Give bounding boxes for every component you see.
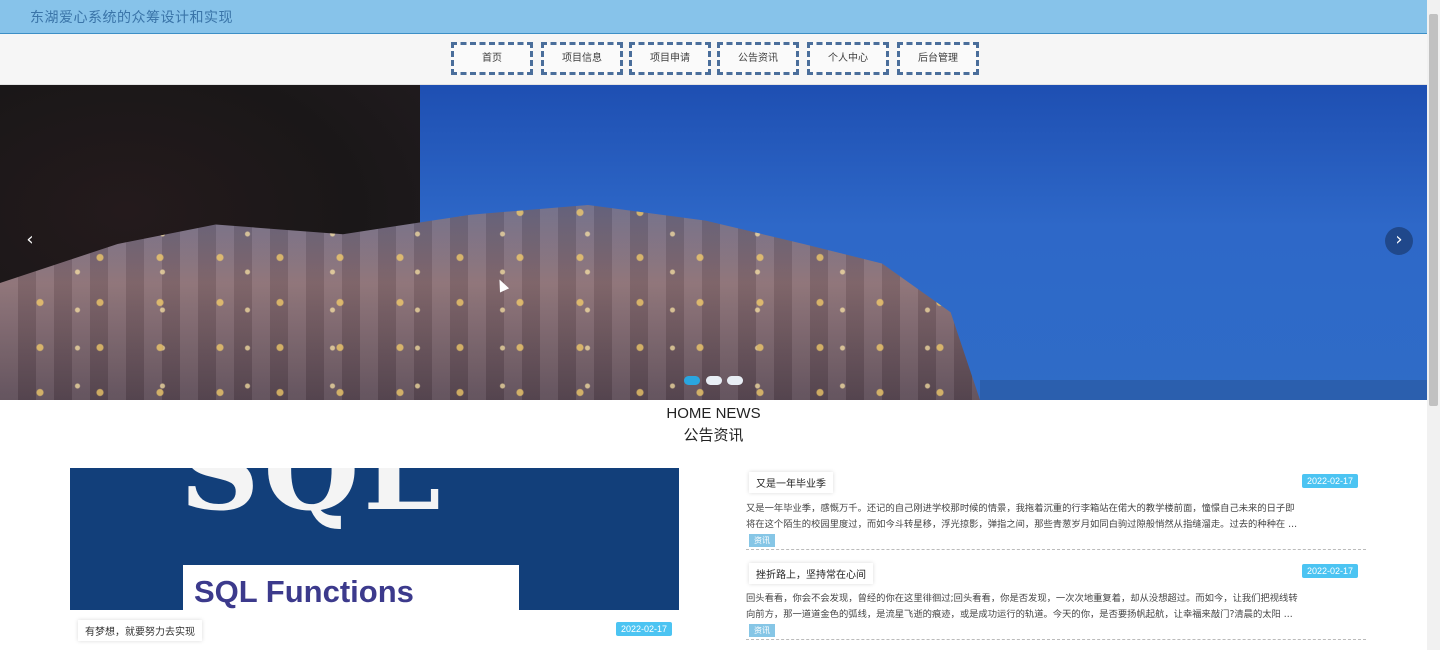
chevron-left-icon[interactable]: ‹ xyxy=(16,227,44,255)
featured-news-date: 2022-02-17 xyxy=(616,622,673,636)
featured-news-title[interactable]: 有梦想，就要努力去实现 xyxy=(78,620,202,641)
scrollbar-thumb[interactable] xyxy=(1429,14,1438,406)
news-item-excerpt-line2: 向前方，那一道道金色的弧线，是流星飞逝的痕迹，或是成功运行的轨道。今天的你，是否… xyxy=(746,609,1293,620)
news-item-date: 2022-02-17 xyxy=(1302,474,1359,488)
featured-image-text: SQL Functions xyxy=(194,574,414,609)
page-scrollbar[interactable] xyxy=(1427,0,1440,650)
section-title-cn: 公告资讯 xyxy=(683,426,744,444)
news-item-title[interactable]: 挫折路上，坚持常在心间 xyxy=(749,563,873,584)
news-item-tag[interactable]: 资讯 xyxy=(749,534,775,547)
news-item-title[interactable]: 又是一年毕业季 xyxy=(749,472,833,493)
banner-carousel[interactable]: ‹ › xyxy=(0,85,1427,400)
news-item-excerpt-line1: 回头看看，你会不会发现，曾经的你在这里徘徊过;回头看看，你是否发现，一次次地重复… xyxy=(746,593,1298,604)
main-nav: 首页 项目信息 项目申请 公告资讯 个人中心 后台管理 xyxy=(0,34,1427,85)
chevron-right-icon[interactable]: › xyxy=(1385,227,1413,255)
site-title: 东湖爱心系统的众筹设计和实现 xyxy=(30,10,233,26)
featured-image-big-text: SQL xyxy=(180,468,445,535)
news-item-excerpt-line2: 将在这个陌生的校园里度过，而如今斗转星移，浮光掠影，弹指之间，那些青葱岁月如同白… xyxy=(746,519,1298,530)
nav-item-admin[interactable]: 后台管理 xyxy=(897,42,979,75)
news-section-heading: HOME NEWS 公告资讯 xyxy=(0,405,1427,445)
section-title-en: HOME NEWS xyxy=(666,405,761,422)
featured-news-image[interactable]: SQL SQL Functions xyxy=(70,468,679,610)
news-item-excerpt-line1: 又是一年毕业季，感慨万千。还记的自己刚进学校那时候的情景，我拖着沉重的行李箱站在… xyxy=(746,503,1295,514)
news-item-date: 2022-02-17 xyxy=(1302,564,1359,578)
nav-item-profile[interactable]: 个人中心 xyxy=(807,42,889,75)
banner-image-sea xyxy=(980,380,1427,400)
news-item-tag[interactable]: 资讯 xyxy=(749,624,775,637)
nav-item-home[interactable]: 首页 xyxy=(451,42,533,75)
nav-item-news[interactable]: 公告资讯 xyxy=(717,42,799,75)
carousel-dot-1[interactable] xyxy=(684,376,700,385)
news-list-item[interactable]: 又是一年毕业季 2022-02-17 又是一年毕业季，感慨万千。还记的自己刚进学… xyxy=(746,470,1366,550)
carousel-dot-2[interactable] xyxy=(706,376,722,385)
carousel-dot-3[interactable] xyxy=(727,376,743,385)
nav-item-apply[interactable]: 项目申请 xyxy=(629,42,711,75)
nav-item-projects[interactable]: 项目信息 xyxy=(541,42,623,75)
site-header: 东湖爱心系统的众筹设计和实现 xyxy=(0,0,1427,34)
news-list-item[interactable]: 挫折路上，坚持常在心间 2022-02-17 回头看看，你会不会发现，曾经的你在… xyxy=(746,560,1366,640)
